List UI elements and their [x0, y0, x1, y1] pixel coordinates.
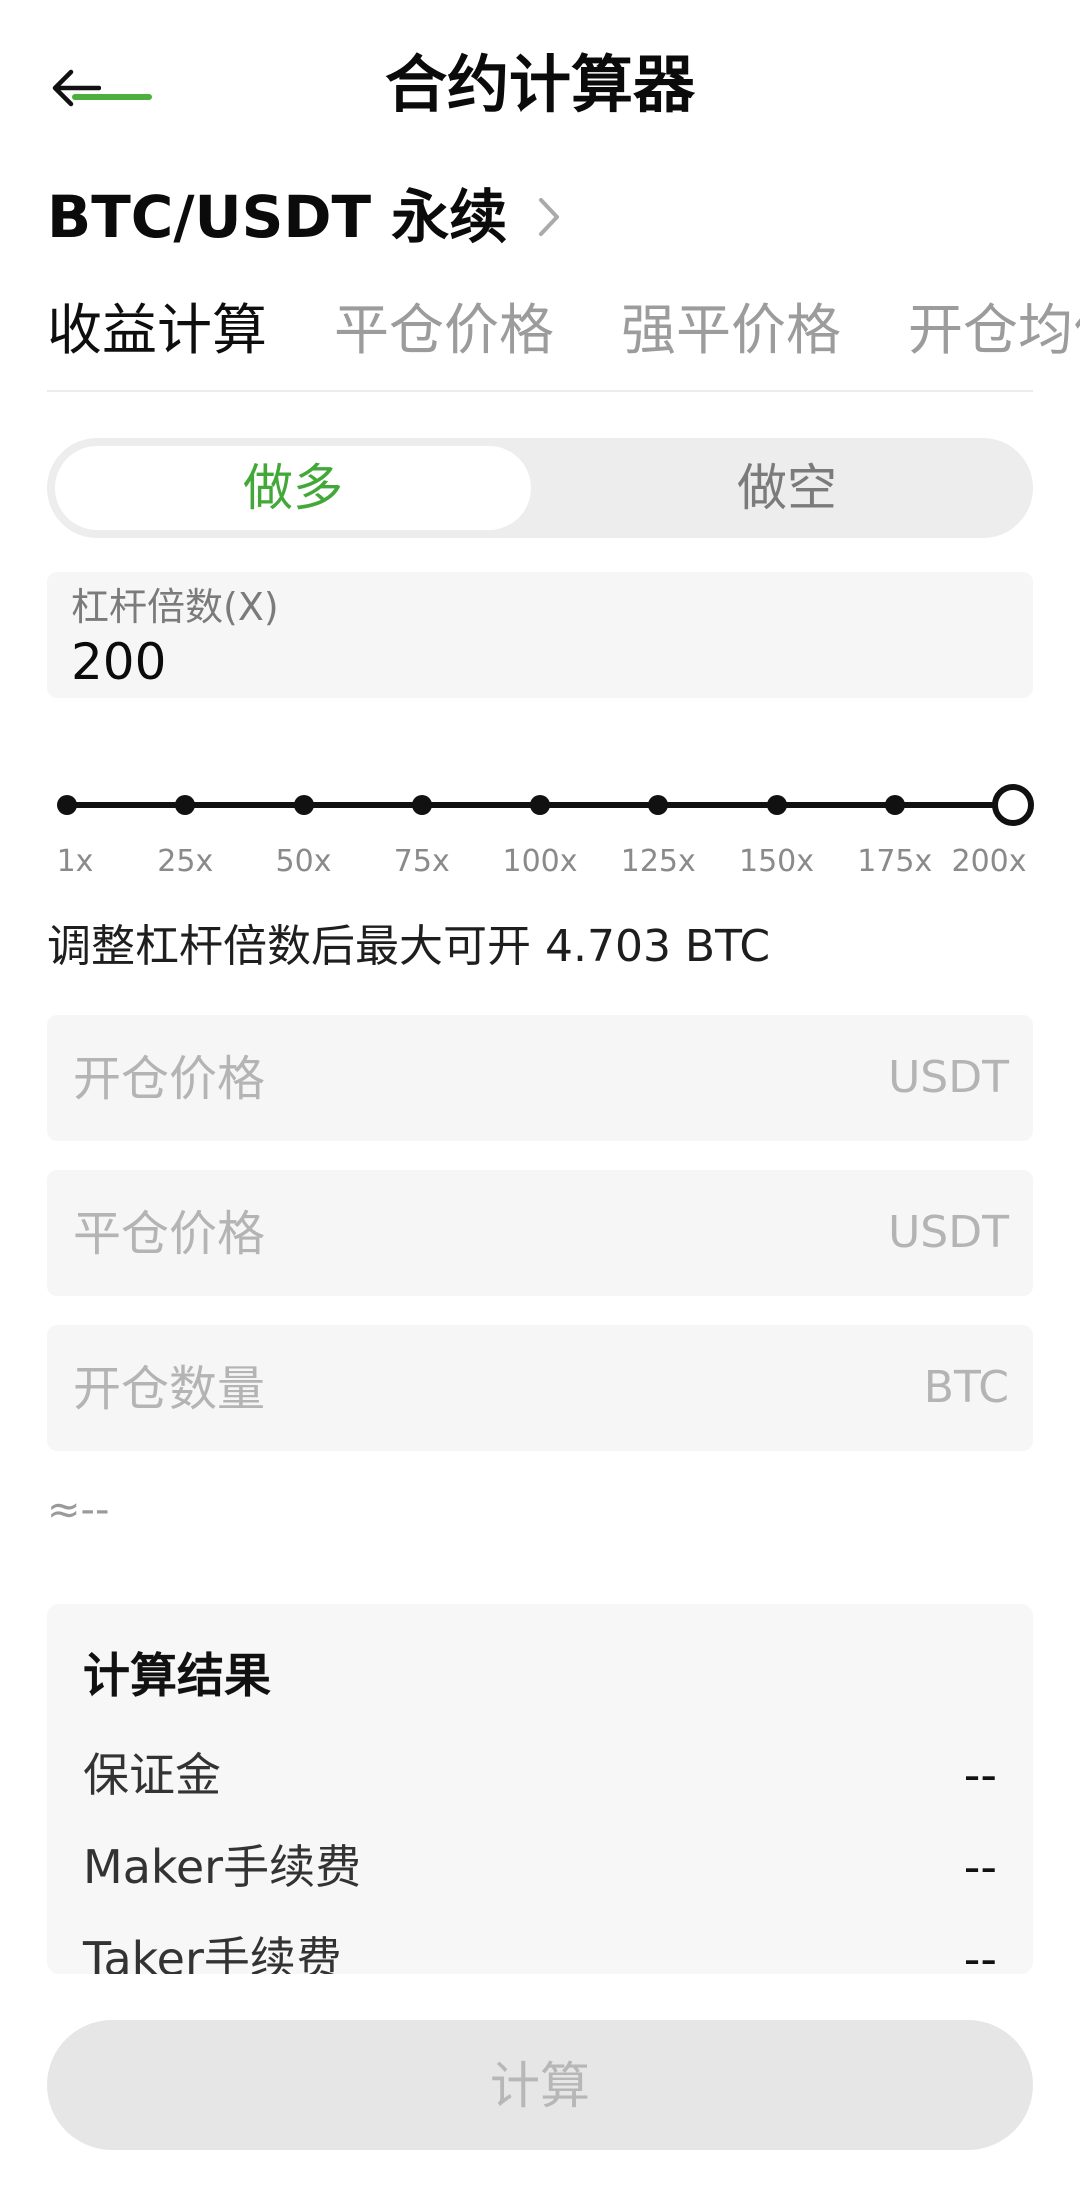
direction-toggle: 做多 做空: [47, 438, 1033, 538]
result-label: 保证金: [83, 1748, 221, 1802]
chevron-right-icon: [531, 193, 567, 241]
result-label: Taker手续费: [83, 1932, 342, 1974]
leverage-label: 杠杆倍数(X): [71, 585, 279, 629]
slider-mark-label: 150x: [738, 844, 815, 879]
open-price-input[interactable]: [71, 1015, 775, 1143]
result-value: --: [963, 1840, 997, 1894]
open-amount-field[interactable]: BTC: [47, 1325, 1033, 1453]
slider-mark-label: 200x: [951, 844, 1027, 879]
approx-value: ≈--: [47, 1487, 110, 1533]
open-amount-input[interactable]: [71, 1325, 775, 1453]
leverage-value[interactable]: 200: [71, 632, 166, 692]
open-price-field[interactable]: USDT: [47, 1015, 1033, 1143]
slider-stop[interactable]: [766, 795, 787, 815]
slider-mark-label: 175x: [857, 844, 933, 879]
open-amount-unit: BTC: [923, 1362, 1009, 1413]
result-row-maker-fee: Maker手续费 --: [83, 1832, 997, 1902]
leverage-field[interactable]: 杠杆倍数(X) 200: [47, 572, 1033, 698]
pair-selector[interactable]: BTC/USDT 永续: [47, 172, 567, 262]
page-title: 合约计算器: [384, 48, 695, 121]
slider-stop[interactable]: [293, 795, 314, 815]
slider-mark-label: 25x: [157, 844, 214, 879]
tab-average-open-price[interactable]: 开仓均价: [908, 290, 1080, 390]
slider-mark-label: 75x: [393, 844, 450, 879]
max-open-text: 调整杠杆倍数后最大可开 4.703 BTC: [47, 921, 771, 972]
slider-mark-label: 125x: [620, 844, 696, 879]
calculator-tabs: 收益计算 平仓价格 强平价格 开仓均价: [47, 290, 1080, 390]
slider-stop[interactable]: [57, 795, 77, 815]
result-title: 计算结果: [83, 1649, 271, 1704]
close-price-field[interactable]: USDT: [47, 1170, 1033, 1298]
open-price-unit: USDT: [888, 1052, 1009, 1103]
slider-stop[interactable]: [411, 795, 432, 815]
result-value: --: [963, 1748, 997, 1802]
tab-liquidation-price[interactable]: 强平价格: [621, 290, 841, 390]
slider-stop[interactable]: [175, 795, 196, 815]
pair-label: BTC/USDT 永续: [47, 183, 508, 251]
slider-mark-label: 100x: [502, 844, 578, 879]
slider-stop[interactable]: [648, 795, 669, 815]
close-price-input[interactable]: [71, 1170, 775, 1298]
tab-close-price[interactable]: 平仓价格: [334, 290, 554, 390]
short-button[interactable]: 做空: [549, 446, 1025, 530]
close-price-unit: USDT: [888, 1207, 1009, 1258]
result-row-margin: 保证金 --: [83, 1740, 997, 1810]
result-label: Maker手续费: [83, 1840, 362, 1894]
leverage-slider[interactable]: 1x 25x 50x 75x 100x 125x 150x 175x 200x: [47, 772, 1034, 882]
slider-thumb[interactable]: [992, 784, 1034, 826]
calculate-button[interactable]: 计算: [47, 2020, 1033, 2150]
result-row-taker-fee: Taker手续费 --: [83, 1924, 997, 1974]
slider-stop[interactable]: [884, 795, 905, 815]
tab-profit[interactable]: 收益计算: [47, 290, 267, 390]
active-tab-indicator: [72, 94, 152, 100]
slider-stop[interactable]: [530, 795, 550, 815]
result-panel: 计算结果 保证金 -- Maker手续费 -- Taker手续费 --: [47, 1604, 1033, 1974]
result-value: --: [963, 1932, 997, 1974]
tabs-divider: [47, 390, 1033, 392]
slider-mark-label: 1x: [56, 844, 94, 879]
slider-mark-label: 50x: [275, 844, 332, 879]
long-button[interactable]: 做多: [55, 446, 531, 530]
